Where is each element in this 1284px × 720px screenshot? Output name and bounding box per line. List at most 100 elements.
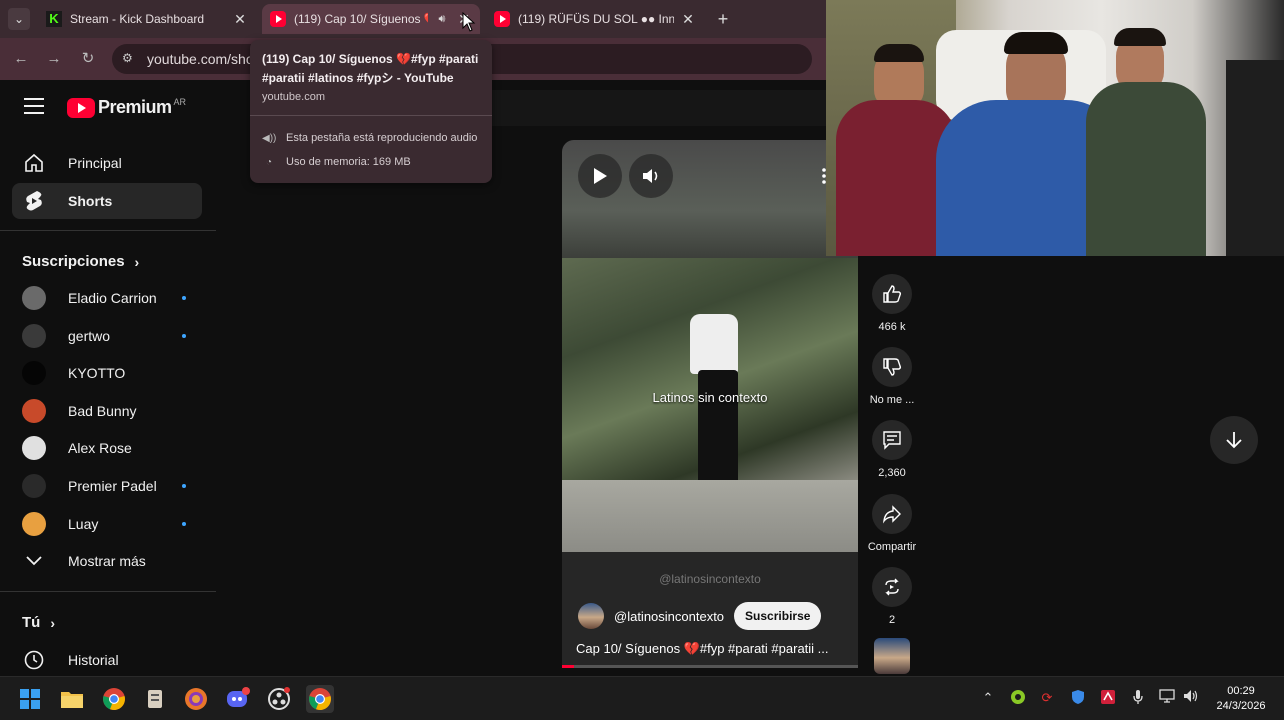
- security-icon[interactable]: [1069, 689, 1087, 707]
- play-button[interactable]: [578, 154, 622, 198]
- chrome-icon[interactable]: [100, 685, 128, 713]
- tray-app-icon[interactable]: [1099, 689, 1117, 707]
- dislike-button[interactable]: [872, 347, 912, 387]
- tab-kick-dashboard[interactable]: K Stream - Kick Dashboard ✕: [38, 4, 256, 34]
- avatar: [22, 474, 46, 498]
- country-code: AR: [173, 96, 187, 107]
- network-icon[interactable]: [1158, 689, 1176, 707]
- kick-icon: K: [46, 11, 62, 27]
- tab-title: Stream - Kick Dashboard: [70, 12, 205, 26]
- sync-icon[interactable]: ⟳: [1038, 689, 1056, 707]
- share-button[interactable]: [872, 494, 912, 534]
- tab-youtube-rufus[interactable]: (119) RÜFÜS DU SOL ●● Innerb ✕: [486, 4, 704, 34]
- clock-time: 00:29: [1227, 685, 1255, 697]
- subscription-item[interactable]: Alex Rose: [12, 430, 202, 466]
- channel-avatar[interactable]: [578, 603, 604, 629]
- speaker-icon[interactable]: 🔊︎: [434, 13, 450, 26]
- avatar: [22, 512, 46, 536]
- subscribe-button[interactable]: Suscribirse: [734, 602, 822, 630]
- new-tab-button[interactable]: +: [712, 8, 734, 30]
- webcam-overlay: [826, 0, 1284, 256]
- search-bar-area[interactable]: [490, 90, 826, 126]
- tab-title: (119) Cap 10/ Síguenos 💔: [294, 12, 428, 26]
- avatar: [22, 361, 46, 385]
- progress-bar[interactable]: [562, 665, 858, 668]
- subscription-name: Eladio Carrion: [68, 290, 157, 306]
- new-content-dot: [182, 484, 186, 488]
- subscription-item[interactable]: Premier Padel: [12, 468, 202, 504]
- remix-count: 2: [888, 614, 896, 626]
- sidebar-item-shorts[interactable]: Shorts: [12, 183, 202, 219]
- avatar: [22, 399, 46, 423]
- you-heading-text: Tú: [22, 614, 41, 631]
- tab-hover-card: (119) Cap 10/ Síguenos 💔#fyp #parati #pa…: [250, 40, 492, 183]
- chevron-up-icon[interactable]: ⌃: [979, 689, 997, 707]
- chrome-active-icon[interactable]: [306, 685, 334, 713]
- hover-card-domain: youtube.com: [262, 91, 325, 103]
- sound-thumbnail[interactable]: [866, 638, 918, 674]
- file-explorer-icon[interactable]: [58, 685, 86, 713]
- menu-icon[interactable]: [24, 98, 44, 114]
- youtube-premium-logo[interactable]: Premium AR: [67, 97, 186, 118]
- hover-card-audio-text: Esta pestaña está reproduciendo audio: [286, 132, 478, 144]
- volume-icon[interactable]: [1182, 689, 1200, 707]
- channel-name[interactable]: @latinosincontexto: [614, 609, 724, 624]
- comment-count: 2,360: [878, 467, 906, 479]
- system-clock[interactable]: 00:29 24/3/2026: [1206, 684, 1276, 714]
- webcam-person-center-hair: [1004, 32, 1068, 54]
- youtube-icon: [270, 11, 286, 27]
- shorts-player[interactable]: Latinos sin contexto @latinosincontexto …: [562, 140, 858, 668]
- short-title[interactable]: Cap 10/ Síguenos 💔#fyp #parati #paratii …: [576, 641, 846, 657]
- show-more-label: Mostrar más: [68, 553, 146, 569]
- windows-start-icon[interactable]: [16, 685, 44, 713]
- mouse-cursor-icon: [462, 12, 476, 32]
- obs-icon[interactable]: [265, 685, 293, 713]
- subscription-item[interactable]: Luay: [12, 506, 202, 542]
- webcam-shelf: [1226, 60, 1284, 256]
- remix-button[interactable]: [872, 567, 912, 607]
- new-content-dot: [182, 522, 186, 526]
- microphone-icon[interactable]: [1129, 689, 1147, 707]
- next-short-button[interactable]: [1210, 416, 1258, 464]
- site-info-icon[interactable]: ⚙: [122, 51, 138, 67]
- comments-button[interactable]: [872, 420, 912, 460]
- avatar: [22, 286, 46, 310]
- back-icon[interactable]: ←: [10, 48, 32, 70]
- tab-search-button[interactable]: ⌄: [8, 8, 30, 30]
- youtube-logo-icon: [67, 97, 95, 118]
- close-icon[interactable]: ✕: [232, 11, 248, 28]
- like-button[interactable]: [872, 274, 912, 314]
- sound-thumbnail-image: [874, 638, 910, 674]
- subscriptions-heading[interactable]: Suscripciones ›: [22, 253, 139, 270]
- subscription-item[interactable]: Bad Bunny: [12, 393, 202, 429]
- reload-icon[interactable]: ↻: [77, 48, 99, 70]
- firefox-icon[interactable]: [182, 685, 210, 713]
- tray-app-icon[interactable]: [1009, 689, 1027, 707]
- subscription-item[interactable]: Eladio Carrion: [12, 280, 202, 316]
- subscription-item[interactable]: KYOTTO: [12, 355, 202, 391]
- channel-row: @latinosincontexto Suscribirse: [578, 602, 822, 630]
- discord-icon[interactable]: [224, 685, 252, 713]
- subscriptions-heading-text: Suscripciones: [22, 253, 125, 270]
- video-caption: Latinos sin contexto: [652, 390, 768, 405]
- show-more-button[interactable]: Mostrar más: [12, 543, 202, 579]
- sidebar-item-principal[interactable]: Principal: [12, 145, 202, 181]
- hover-card-memory-text: Uso de memoria: 169 MB: [286, 156, 411, 168]
- you-heading[interactable]: Tú ›: [22, 614, 55, 631]
- progress-fill: [562, 665, 574, 668]
- sidebar-item-historial[interactable]: Historial: [12, 642, 202, 678]
- subscription-item[interactable]: gertwo: [12, 318, 202, 354]
- home-icon: [22, 151, 46, 175]
- forward-icon[interactable]: →: [43, 48, 65, 70]
- app-icon[interactable]: [141, 685, 169, 713]
- new-content-dot: [182, 334, 186, 338]
- tab-youtube-active[interactable]: (119) Cap 10/ Síguenos 💔 🔊︎ ✕: [262, 4, 480, 34]
- windows-taskbar: ⌃ ⟳ 00:29 24/3/2026: [0, 676, 1284, 720]
- volume-button[interactable]: [629, 154, 673, 198]
- video-frame[interactable]: Latinos sin contexto: [562, 258, 858, 552]
- share-label: Compartir: [867, 541, 917, 553]
- divider: [250, 115, 492, 116]
- close-icon[interactable]: ✕: [680, 11, 696, 28]
- divider: [0, 591, 216, 592]
- browser-tab-strip: ⌄ K Stream - Kick Dashboard ✕ (119) Cap …: [0, 0, 826, 38]
